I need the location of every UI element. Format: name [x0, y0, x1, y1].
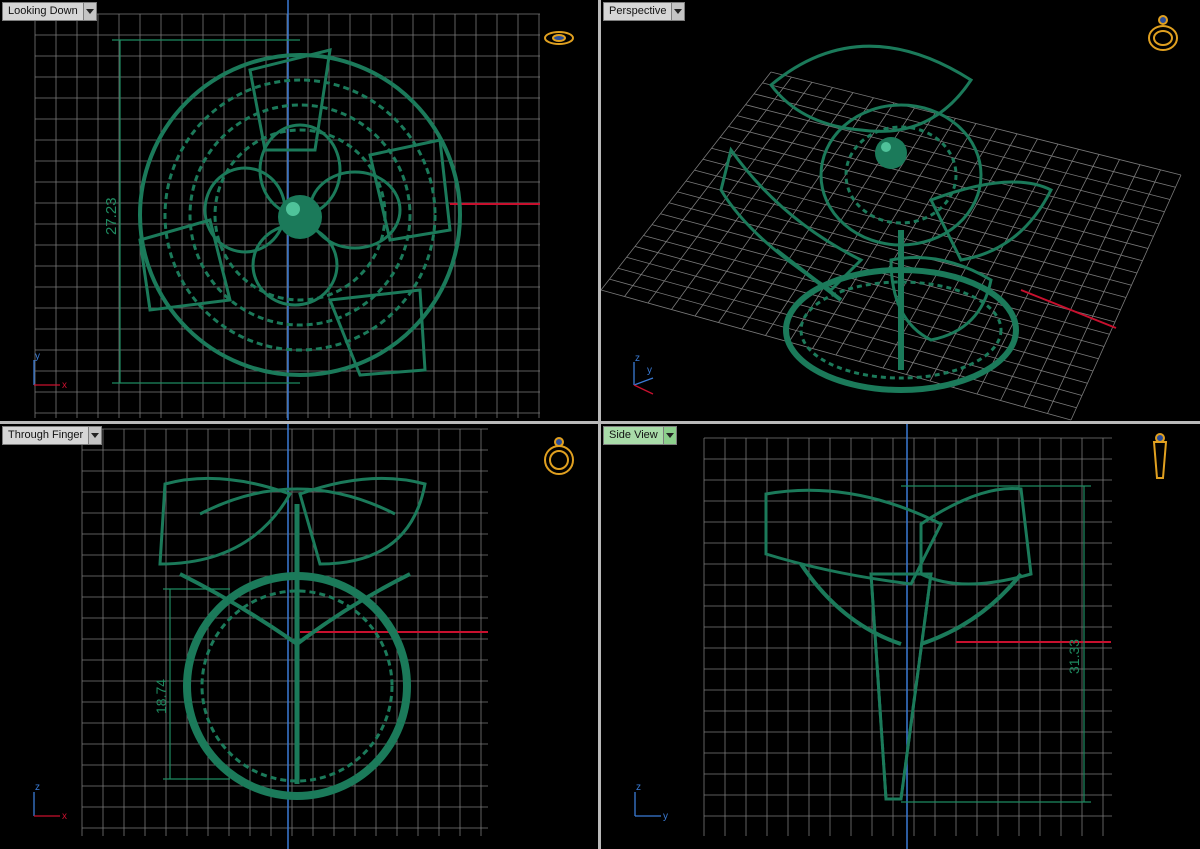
gem-highlight: [881, 142, 891, 152]
dimension-line: [901, 485, 1091, 803]
svg-text:x: x: [62, 811, 67, 822]
viewport-tab-looking-down[interactable]: Looking Down: [2, 2, 97, 21]
through-finger-scene: 18.74 z x: [33, 424, 574, 849]
viewport-perspective[interactable]: Perspective z y: [601, 0, 1200, 421]
dimension-line: [163, 588, 230, 780]
svg-text:z: z: [35, 782, 40, 793]
svg-text:x: x: [62, 380, 67, 391]
gem-sphere: [278, 195, 322, 239]
viewport-tab-perspective[interactable]: Perspective: [603, 2, 686, 21]
ring-model: [158, 476, 427, 800]
chevron-down-icon[interactable]: [662, 427, 676, 444]
side-view-scene: 31.33 z y: [634, 424, 1168, 849]
chevron-down-icon[interactable]: [671, 3, 685, 20]
perspective-scene: z y: [601, 15, 1182, 421]
chevron-down-icon[interactable]: [82, 3, 96, 20]
viewport-tab-side-view[interactable]: Side View: [603, 426, 677, 445]
viewport-looking-down[interactable]: Looking Down 27.23 y x: [0, 0, 598, 421]
viewport-through-finger[interactable]: Through Finger 18.74 z x: [0, 424, 598, 849]
svg-text:z: z: [636, 782, 641, 793]
looking-down-scene: 27.23 y x: [33, 0, 574, 420]
viewport-side-view[interactable]: Side View 31.33 z y: [601, 424, 1200, 849]
ring-model: [764, 486, 1033, 801]
ring-view-top-icon: [544, 31, 574, 45]
axis-indicator: z y: [633, 353, 654, 395]
svg-text:y: y: [647, 365, 652, 376]
ring-view-front-icon: [544, 437, 574, 475]
chevron-down-icon[interactable]: [88, 427, 102, 444]
viewport-tab-label: Through Finger: [8, 429, 84, 441]
axis-indicator: z x: [33, 782, 67, 822]
gem-sphere: [875, 137, 907, 169]
svg-text:y: y: [35, 351, 40, 362]
svg-text:z: z: [635, 353, 640, 364]
ring-view-side-icon: [1152, 433, 1168, 479]
ring-view-perspective-icon: [1148, 15, 1178, 51]
viewport-tab-label: Side View: [609, 429, 658, 441]
viewport-tab-label: Looking Down: [8, 5, 78, 17]
gem-highlight: [286, 202, 300, 216]
dimension-label: 27.23: [103, 197, 120, 235]
viewport-tab-through-finger[interactable]: Through Finger: [2, 426, 103, 445]
svg-text:y: y: [663, 811, 668, 822]
dimension-label: 31.33: [1066, 639, 1082, 674]
axis-indicator: z y: [634, 782, 668, 822]
dimension-label: 18.74: [153, 679, 169, 714]
viewport-tab-label: Perspective: [609, 5, 667, 17]
